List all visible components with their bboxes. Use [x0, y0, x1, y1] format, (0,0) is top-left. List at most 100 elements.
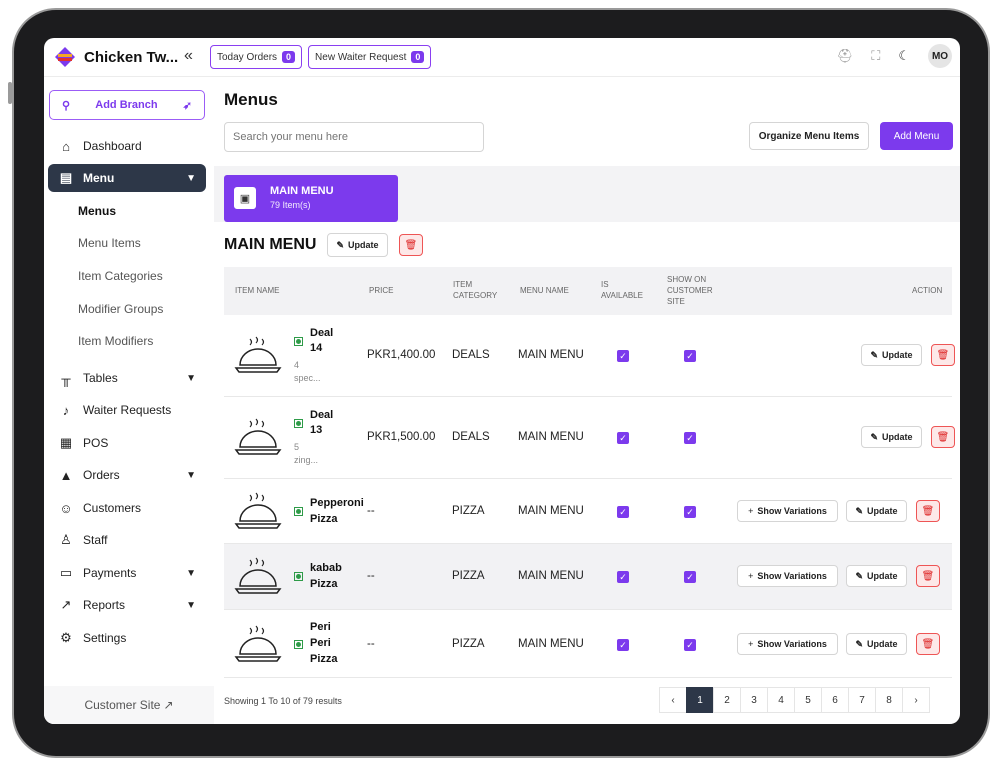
- page-button[interactable]: 8: [875, 687, 903, 713]
- sidebar-item-customers[interactable]: ☺ Customers: [48, 494, 206, 522]
- sidebar-subitem-item-categories[interactable]: Item Categories: [78, 269, 163, 283]
- update-label: Update: [867, 639, 898, 649]
- item-desc-line2: spec...: [294, 373, 321, 383]
- sidebar-item-tables[interactable]: ╥ Tables ▼: [48, 364, 206, 392]
- show-on-site-checkbox[interactable]: ✓: [684, 432, 696, 444]
- plus-icon: +: [748, 506, 754, 516]
- show-on-site-checkbox[interactable]: ✓: [684, 571, 696, 583]
- show-variations-button[interactable]: + Show Variations: [737, 500, 838, 522]
- chevron-down-icon: ▼: [186, 567, 196, 579]
- sidebar-subitem-modifier-groups[interactable]: Modifier Groups: [78, 302, 163, 316]
- today-orders-label: Today Orders: [217, 51, 278, 63]
- cloche-icon: [234, 336, 282, 373]
- is-available-checkbox[interactable]: ✓: [617, 639, 629, 651]
- page-button[interactable]: 3: [740, 687, 768, 713]
- location-icon: ⚲: [62, 99, 71, 112]
- delete-item-button[interactable]: 🗑: [916, 500, 940, 522]
- sidebar-item-dashboard[interactable]: ⌂ Dashboard: [48, 132, 206, 160]
- col-item-category-2: CATEGORY: [453, 291, 498, 300]
- is-available-checkbox[interactable]: ✓: [617, 506, 629, 518]
- delete-item-button[interactable]: 🗑: [916, 633, 940, 655]
- sidebar-item-waiter-requests[interactable]: ♪ Waiter Requests: [48, 396, 206, 424]
- table-row[interactable]: kabab Pizza -- PIZZA MAIN MENU ✓ ✓ + Show…: [224, 544, 952, 610]
- show-on-site-checkbox[interactable]: ✓: [684, 350, 696, 362]
- item-name-line1: Deal: [310, 327, 334, 339]
- today-orders-button[interactable]: Today Orders 0: [210, 45, 303, 69]
- sidebar-item-orders[interactable]: ▲ Orders ▼: [48, 461, 206, 489]
- update-item-button[interactable]: ✎ Update: [861, 426, 922, 448]
- pagination: ‹ 1 2 3 4 5 6 7 8 ›: [659, 687, 930, 713]
- item-category: DEALS: [452, 431, 490, 443]
- staff-icon: ♙: [60, 532, 72, 547]
- add-branch-button[interactable]: ⚲ Add Branch ➶: [49, 90, 205, 120]
- search-input[interactable]: [224, 122, 484, 152]
- sidebar-item-pos[interactable]: ▦ POS: [48, 429, 206, 457]
- page-button[interactable]: 4: [767, 687, 795, 713]
- update-item-button[interactable]: ✎ Update: [846, 633, 907, 655]
- col-show-3: SITE: [667, 297, 685, 306]
- sidebar-subitem-menus[interactable]: Menus: [78, 204, 116, 218]
- update-label: Update: [867, 506, 898, 516]
- page-button[interactable]: 6: [821, 687, 849, 713]
- trash-icon: 🗑: [921, 638, 935, 650]
- sidebar-item-label: Dashboard: [83, 139, 142, 153]
- edit-icon: ✎: [855, 570, 864, 581]
- sidebar-subitem-item-modifiers[interactable]: Item Modifiers: [78, 334, 153, 348]
- page-button[interactable]: 1: [686, 687, 714, 713]
- table-row[interactable]: Deal 13 5 zing... PKR1,500.00 DEALS MAIN…: [224, 397, 955, 479]
- menu-card-name: MAIN MENU: [270, 185, 334, 197]
- delete-item-button[interactable]: 🗑: [916, 565, 940, 587]
- menu-card-main[interactable]: ▣ MAIN MENU 79 Item(s): [224, 175, 398, 222]
- sidebar-item-staff[interactable]: ♙ Staff: [48, 526, 206, 554]
- update-item-button[interactable]: ✎ Update: [861, 344, 922, 366]
- update-menu-button[interactable]: ✎ Update: [327, 233, 388, 257]
- sidebar-item-menu[interactable]: ▤ Menu ▼: [48, 164, 206, 192]
- customer-site-label: Customer Site: [84, 698, 161, 712]
- add-menu-button[interactable]: Add Menu: [880, 122, 953, 150]
- is-available-checkbox[interactable]: ✓: [617, 432, 629, 444]
- sidebar-item-settings[interactable]: ⚙ Settings: [48, 624, 206, 652]
- edit-icon: ✎: [870, 431, 879, 442]
- delete-menu-button[interactable]: 🗑: [399, 234, 423, 256]
- menu-doc-icon: ▣: [234, 187, 256, 209]
- sidebar-subitem-menu-items[interactable]: Menu Items: [78, 236, 141, 250]
- page-button[interactable]: 2: [713, 687, 741, 713]
- prev-page-button[interactable]: ‹: [659, 687, 687, 713]
- item-category: PIZZA: [452, 638, 485, 650]
- organize-menu-items-button[interactable]: Organize Menu Items: [749, 122, 869, 150]
- delete-item-button[interactable]: 🗑: [931, 426, 955, 448]
- table-row[interactable]: Peri Peri Pizza -- PIZZA MAIN MENU ✓ ✓ +…: [224, 610, 952, 678]
- col-is-available-1: IS: [601, 280, 609, 289]
- sidebar-item-label: POS: [83, 436, 109, 450]
- sidebar-item-payments[interactable]: ▭ Payments ▼: [48, 559, 206, 587]
- fullscreen-icon[interactable]: ⛶: [871, 48, 880, 64]
- is-available-checkbox[interactable]: ✓: [617, 350, 629, 362]
- waiter-request-count: 0: [411, 51, 425, 63]
- sidebar-item-reports[interactable]: ↗ Reports ▼: [48, 591, 206, 619]
- show-variations-label: Show Variations: [757, 506, 827, 516]
- show-on-site-checkbox[interactable]: ✓: [684, 506, 696, 518]
- customer-site-link[interactable]: Customer Site ↗: [44, 686, 214, 724]
- is-available-checkbox[interactable]: ✓: [617, 571, 629, 583]
- table-row[interactable]: Deal 14 4 spec... PKR1,400.00 DEALS MAIN…: [224, 315, 955, 397]
- dark-mode-icon[interactable]: ☾: [898, 48, 910, 64]
- show-variations-button[interactable]: + Show Variations: [737, 565, 838, 587]
- next-page-button[interactable]: ›: [902, 687, 930, 713]
- avatar[interactable]: MO: [928, 44, 952, 68]
- update-item-button[interactable]: ✎ Update: [846, 565, 907, 587]
- page-button[interactable]: 5: [794, 687, 822, 713]
- waiter-request-button[interactable]: New Waiter Request 0: [308, 45, 432, 69]
- page-button[interactable]: 7: [848, 687, 876, 713]
- chevron-down-icon: ▼: [186, 372, 196, 384]
- collapse-sidebar-icon[interactable]: «: [184, 47, 193, 65]
- show-on-site-checkbox[interactable]: ✓: [684, 639, 696, 651]
- update-label: Update: [348, 240, 379, 250]
- sidebar-item-label: Settings: [83, 631, 127, 645]
- show-variations-button[interactable]: + Show Variations: [737, 633, 838, 655]
- table-row[interactable]: Pepperoni Pizza -- PIZZA MAIN MENU ✓ ✓ +…: [224, 479, 952, 544]
- delete-item-button[interactable]: 🗑: [931, 344, 955, 366]
- menu-book-icon: ▤: [59, 170, 73, 185]
- incognito-icon[interactable]: ⛑: [837, 48, 854, 64]
- update-item-button[interactable]: ✎ Update: [846, 500, 907, 522]
- item-price: --: [367, 505, 375, 517]
